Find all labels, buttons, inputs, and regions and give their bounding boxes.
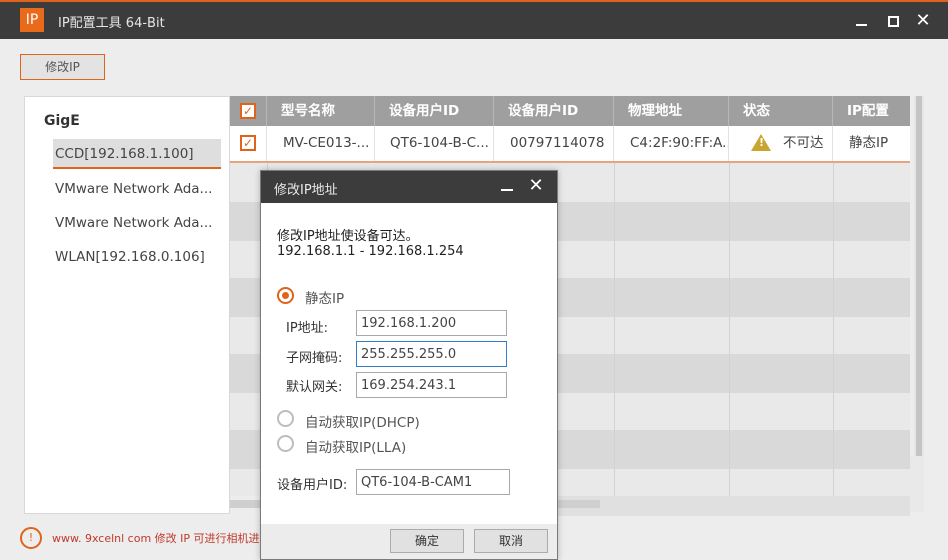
lla-label: 自动获取IP(LLA) [305, 440, 407, 456]
app-logo: IP [20, 8, 44, 32]
info-icon: ! [20, 527, 42, 549]
gige-group-label: GigE [44, 113, 80, 129]
dhcp-label: 自动获取IP(DHCP) [305, 415, 420, 431]
table-header: ✓ 型号名称 设备用户ID 设备用户ID 物理地址 状态 IP配置 [230, 96, 910, 126]
close-button[interactable]: ✕ [912, 10, 934, 32]
header-ip-config: IP配置 [847, 103, 889, 119]
row-checkbox[interactable]: ✓ [240, 135, 256, 151]
minimize-icon [855, 23, 867, 26]
header-model: 型号名称 [267, 96, 375, 126]
cell-serial: 00797114078 [494, 126, 614, 161]
dialog-description: 修改IP地址使设备可达。 [277, 229, 419, 244]
dialog-ip-range: 192.168.1.1 - 192.168.1.254 [277, 244, 464, 259]
header-user-id-2: 设备用户ID [494, 96, 614, 126]
ok-button[interactable]: 确定 [390, 529, 464, 553]
cell-model: MV-CE013-... [267, 126, 375, 161]
status-text: 不可达 [783, 135, 824, 151]
select-all-checkbox[interactable]: ✓ [240, 103, 256, 119]
cell-ip-config: 静态IP [849, 135, 889, 151]
network-adapter-panel: GigE CCD[192.168.1.100] VMware Network A… [24, 96, 230, 514]
column-divider [614, 163, 615, 496]
warning-icon [751, 133, 771, 151]
subnet-mask-label: 子网掩码: [286, 351, 343, 366]
minimize-button[interactable] [850, 10, 872, 32]
maximize-button[interactable] [882, 10, 904, 32]
header-select-cell: ✓ [230, 96, 267, 126]
title-bar: IP IP配置工具 64-Bit ✕ [0, 0, 948, 39]
row-select-cell: ✓ [230, 126, 267, 161]
modify-ip-dialog: 修改IP地址 ✕ 修改IP地址使设备可达。 192.168.1.1 - 192.… [260, 170, 558, 560]
ip-address-label: IP地址: [286, 321, 329, 336]
ip-address-input[interactable] [356, 310, 507, 336]
dialog-close-button[interactable]: ✕ [525, 174, 547, 198]
cell-status: 不可达 [729, 126, 833, 161]
close-icon: ✕ [915, 10, 931, 31]
table-bottom-strip [558, 496, 910, 516]
scroll-corner [910, 456, 924, 512]
adapter-item-vmware-2[interactable]: VMware Network Ada... [53, 208, 221, 238]
dialog-minimize-button[interactable] [497, 177, 517, 197]
column-divider [833, 163, 834, 496]
header-user-id: 设备用户ID [375, 96, 494, 126]
column-divider [729, 163, 730, 496]
static-ip-label: 静态IP [305, 291, 345, 307]
cancel-button[interactable]: 取消 [474, 529, 548, 553]
dialog-title-bar: 修改IP地址 ✕ [261, 171, 557, 203]
window-title: IP配置工具 64-Bit [58, 16, 165, 31]
minimize-icon [501, 189, 513, 191]
device-user-id-input[interactable] [356, 469, 510, 495]
vertical-scrollbar[interactable] [914, 96, 924, 456]
header-status: 状态 [729, 96, 833, 126]
modify-ip-button[interactable]: 修改IP [20, 54, 105, 80]
default-gateway-input[interactable] [356, 372, 507, 398]
lla-radio[interactable] [277, 435, 294, 452]
maximize-icon [887, 16, 899, 27]
adapter-item-wlan[interactable]: WLAN[192.168.0.106] [53, 242, 221, 272]
device-user-id-label: 设备用户ID: [277, 478, 348, 493]
header-mac: 物理地址 [614, 96, 729, 126]
dialog-title: 修改IP地址 [274, 183, 338, 198]
subnet-mask-input[interactable] [356, 341, 507, 367]
default-gateway-label: 默认网关: [286, 380, 343, 395]
cell-user-id: QT6-104-B-C... [375, 126, 494, 161]
cell-mac: C4:2F:90:FF:A... [614, 126, 729, 161]
adapter-item-ccd[interactable]: CCD[192.168.1.100] [53, 139, 221, 169]
dhcp-radio[interactable] [277, 410, 294, 427]
adapter-item-vmware-1[interactable]: VMware Network Ada... [53, 174, 221, 204]
close-icon: ✕ [528, 175, 544, 196]
vertical-scroll-thumb[interactable] [916, 96, 922, 456]
table-row[interactable]: ✓ MV-CE013-... QT6-104-B-C... 0079711407… [230, 126, 910, 163]
static-ip-radio[interactable] [277, 287, 294, 304]
